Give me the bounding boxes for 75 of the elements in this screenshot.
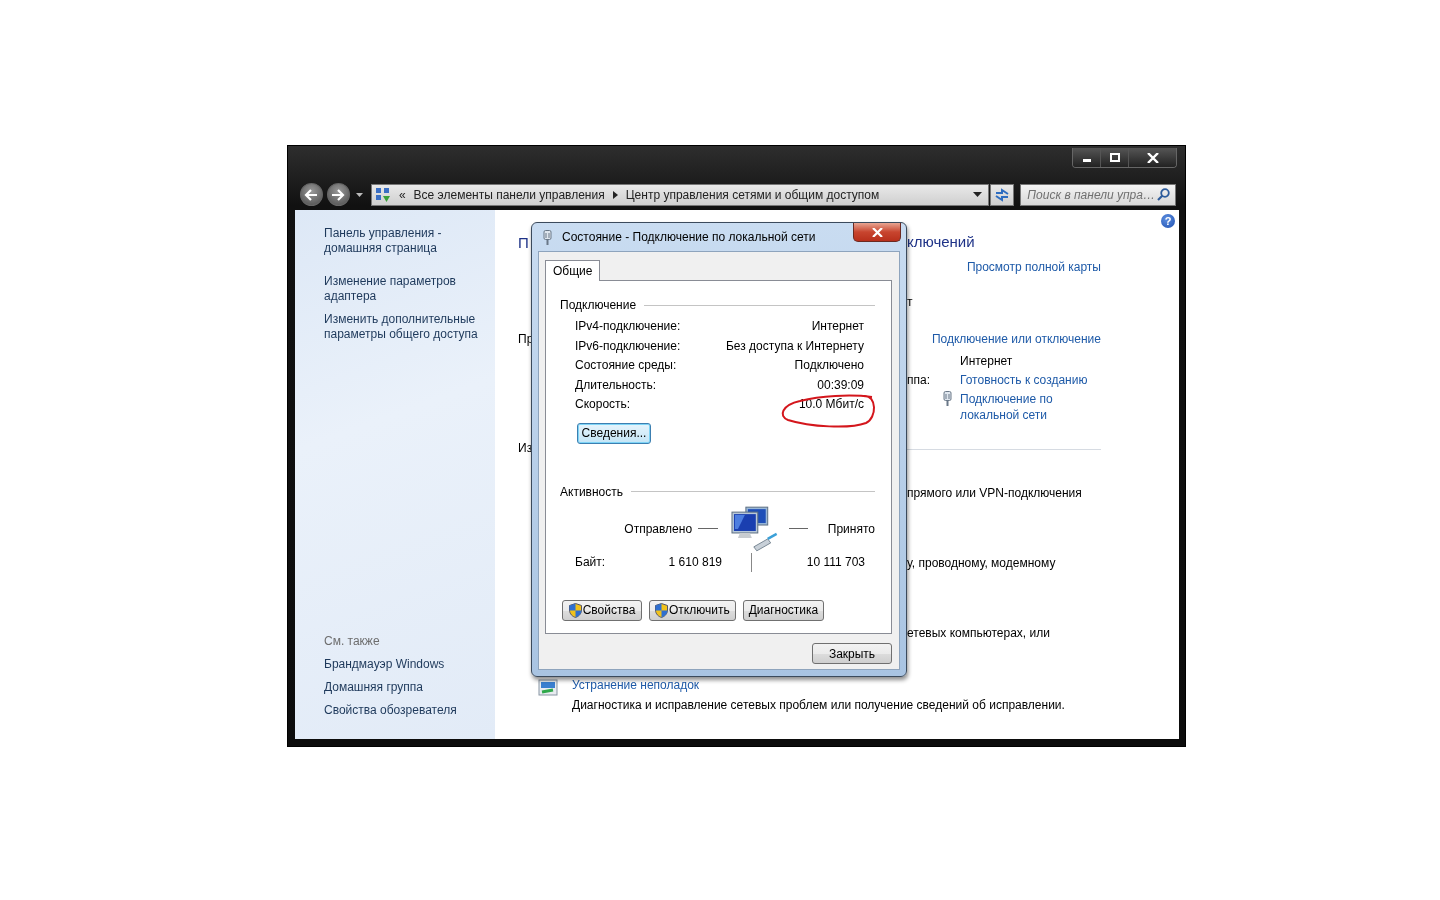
close-button[interactable] [1129, 148, 1176, 167]
homegroup-label: ппа: [907, 372, 931, 388]
troubleshoot-icon [538, 679, 558, 697]
field-value: Подключено [794, 357, 864, 375]
breadcrumb[interactable]: Центр управления сетями и общим доступом [625, 187, 880, 202]
sidebar-link[interactable]: Домашняя группа [324, 680, 495, 695]
address-bar[interactable]: « Все элементы панели управления Центр управления сетями и общим доступом [370, 183, 990, 206]
field-label: IPv4-подключение: [575, 318, 681, 335]
help-button[interactable]: ? [1161, 214, 1175, 228]
refresh-icon [994, 187, 1011, 202]
page-title: ключений [907, 233, 976, 251]
sidebar-link[interactable]: Брандмауэр Windows [324, 657, 495, 672]
field-label: Длительность: [575, 376, 657, 394]
forward-arrow-icon [331, 188, 346, 201]
close-icon [871, 227, 883, 237]
task-description: прямого или VPN-подключения [907, 485, 1083, 501]
shield-icon [655, 602, 668, 618]
control-panel-icon [374, 186, 391, 203]
received-label: Принято [826, 521, 875, 536]
forward-button[interactable] [326, 183, 350, 206]
field-value: 00:39:09 [817, 376, 864, 394]
tab[interactable]: Общие [545, 260, 601, 281]
see-also-heading: См. также [324, 634, 381, 649]
network-type-text: т [907, 294, 914, 310]
back-arrow-icon [304, 188, 319, 201]
field-label: Скорость: [575, 396, 631, 414]
sidebar-link[interactable]: Панель управления - домашняя страница [324, 226, 489, 256]
sidebar-link[interactable]: Изменение параметров адаптера [324, 274, 489, 304]
details-button[interactable]: Сведения... [577, 422, 651, 444]
breadcrumb[interactable]: Все элементы панели управления [413, 187, 605, 202]
field-label: IPv6-подключение: [575, 337, 681, 355]
minimize-button[interactable] [1073, 148, 1101, 167]
dialog-title: Состояние - Подключение по локальной сети [562, 230, 816, 244]
sidebar-link[interactable]: Изменить дополнительные параметры общего доступа [324, 312, 489, 342]
page-title: П [518, 234, 530, 252]
field-label: Состояние среды: [575, 357, 677, 375]
connection-link[interactable]: Подключение по локальной сети [960, 391, 1070, 423]
field-value: Интернет [811, 318, 864, 335]
troubleshoot-link[interactable]: Устранение неполадок [572, 677, 700, 693]
sidebar-link[interactable]: Свойства обозревателя [324, 703, 495, 718]
sent-label: Отправлено [623, 521, 693, 536]
network-plug-icon [543, 229, 552, 245]
maximize-icon [1109, 152, 1120, 163]
field-value: Без доступа к Интернету [726, 337, 864, 355]
breadcrumb-overflow[interactable]: « [398, 187, 406, 202]
back-button[interactable] [300, 183, 323, 206]
action-button[interactable]: Отключить [649, 599, 736, 621]
close-icon [1146, 152, 1159, 163]
group-title: Подключение [560, 298, 637, 312]
close-button[interactable] [853, 223, 901, 242]
maximize-button[interactable] [1101, 148, 1129, 167]
chevron-icon[interactable] [612, 190, 618, 199]
network-plug-icon [943, 391, 952, 406]
bytes-sent-value: 1 610 819 [667, 555, 722, 570]
action-button[interactable]: Свойства [562, 599, 642, 621]
search-field[interactable]: Поиск в панели упра… [1020, 183, 1176, 206]
close-dialog-button[interactable]: Закрыть [812, 643, 892, 664]
dropdown-caret-icon[interactable] [973, 192, 983, 197]
minimize-icon [1082, 159, 1091, 162]
view-map-link[interactable]: Просмотр полной карты [966, 259, 1101, 275]
refresh-button[interactable] [990, 183, 1015, 206]
troubleshoot-description: Диагностика и исправление сетевых проблем или получение сведений об исправлении. [572, 697, 1065, 713]
homegroup-link[interactable]: Готовность к созданию [960, 372, 1088, 388]
shield-icon [568, 602, 582, 618]
search-icon [1157, 188, 1171, 201]
task-description: у, проводному, модемному [907, 555, 1057, 571]
group-title: Активность [560, 484, 623, 499]
task-description: етевых компьютерах, или [907, 625, 1051, 641]
connect-link[interactable]: Подключение или отключение [931, 331, 1101, 347]
bytes-received-value: 10 111 703 [805, 555, 865, 570]
computers-icon [729, 505, 778, 553]
caret-icon[interactable] [355, 192, 363, 197]
access-type-value: Интернет [959, 353, 1014, 369]
action-button[interactable]: Диагностика [742, 599, 825, 621]
bytes-label: Байт: [575, 555, 607, 570]
